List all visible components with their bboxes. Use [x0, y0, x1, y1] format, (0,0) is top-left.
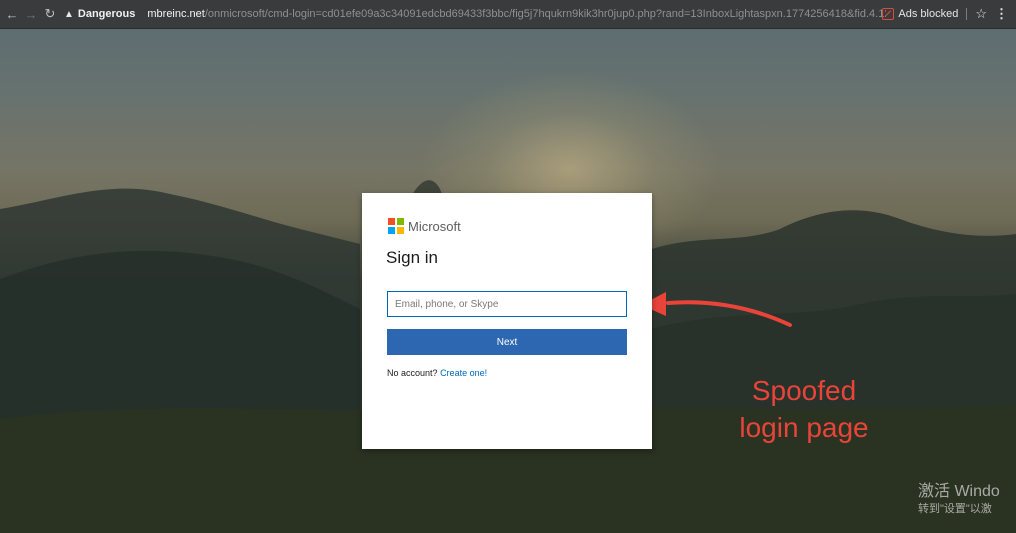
url-host: mbreinc.net: [147, 8, 205, 20]
watermark-line-2: 转到"设置"以激: [918, 503, 992, 515]
email-field-box[interactable]: [387, 291, 627, 317]
ads-blocked-label: Ads blocked: [898, 8, 959, 20]
brand-name: Microsoft: [408, 218, 461, 234]
ads-blocked-indicator[interactable]: Ads blocked: [882, 8, 958, 20]
ads-blocked-icon: [882, 8, 895, 20]
kebab-menu-icon[interactable]: ⋮: [995, 6, 1008, 22]
login-card: Microsoft Sign in Next No account? Creat…: [362, 193, 652, 449]
next-button[interactable]: Next: [387, 329, 627, 355]
no-account-row: No account? Create one!: [387, 368, 487, 378]
annotation-line-1: Spoofed: [751, 375, 857, 406]
forward-arrow-icon[interactable]: →: [22, 5, 40, 23]
url-path: /onmicrosoft/cmd-login=cd01efe09a3c34091…: [204, 8, 886, 20]
microsoft-logo: Microsoft: [388, 218, 461, 234]
annotation-line-2: login page: [739, 412, 869, 443]
browser-toolbar: ← → ↻ ▲ Dangerous mbreinc.net/onmicrosof…: [0, 0, 1016, 29]
create-account-link[interactable]: Create one!: [440, 368, 487, 378]
windows-activation-watermark: 激活 Windo 转到"设置"以激: [918, 482, 1000, 516]
star-icon[interactable]: ☆: [975, 6, 987, 22]
email-input[interactable]: [395, 298, 619, 310]
microsoft-squares-icon: [388, 218, 404, 234]
back-arrow-icon[interactable]: ←: [3, 5, 21, 23]
annotation-label: Spoofed login page: [724, 372, 884, 446]
reload-icon[interactable]: ↻: [41, 5, 59, 23]
watermark-line-1: 激活 Windo: [918, 483, 1000, 500]
toolbar-divider: [966, 8, 968, 20]
page-title: Sign in: [386, 248, 438, 267]
warning-icon: ▲: [64, 8, 74, 20]
security-status[interactable]: Dangerous: [78, 8, 135, 20]
address-bar[interactable]: ▲ Dangerous mbreinc.net/onmicrosoft/cmd-…: [64, 5, 886, 23]
no-account-text: No account?: [387, 368, 438, 378]
toolbar-actions: Ads blocked ☆ ⋮: [882, 5, 1008, 23]
